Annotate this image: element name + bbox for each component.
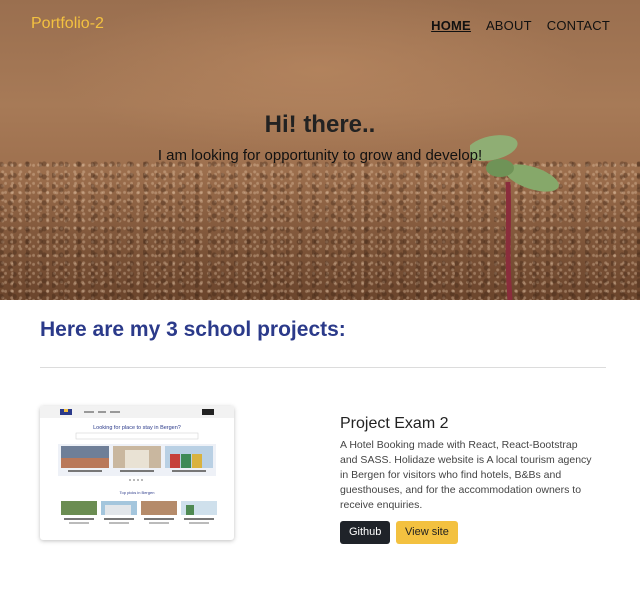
nav-home-link[interactable]: HOME <box>431 18 471 33</box>
brand-logo[interactable]: Portfolio-2 <box>31 15 104 33</box>
hero-banner: Portfolio-2 HOME ABOUT CONTACT Hi! there… <box>0 0 640 300</box>
view-site-button[interactable]: View site <box>396 521 458 544</box>
main-nav: HOME ABOUT CONTACT <box>431 18 610 33</box>
github-button[interactable]: Github <box>340 521 391 544</box>
project-thumbnail[interactable]: Looking for place to stay in Bergen? Top… <box>40 406 234 540</box>
project-description: A Hotel Booking made with React, React-B… <box>340 439 592 511</box>
thumbnail-headline: Looking for place to stay in Bergen? <box>93 425 181 431</box>
section-divider <box>40 367 606 368</box>
project-title: Project Exam 2 <box>340 415 449 432</box>
hero-subtitle: I am looking for opportunity to grow and… <box>157 147 483 164</box>
thumbnail-section: Top picks in Bergen <box>120 490 155 495</box>
projects-heading: Here are my 3 school projects: <box>40 318 346 341</box>
nav-about-link[interactable]: ABOUT <box>486 18 532 33</box>
nav-contact-link[interactable]: CONTACT <box>547 18 610 33</box>
hero-title: Hi! there.. <box>264 111 376 138</box>
project-screenshot: Looking for place to stay in Bergen? Top… <box>40 406 234 524</box>
